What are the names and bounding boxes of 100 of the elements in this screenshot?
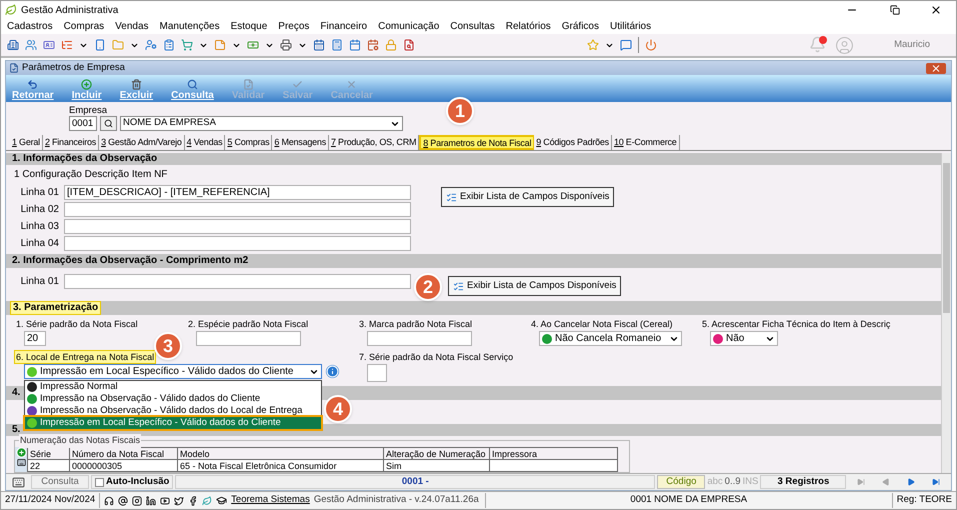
cart-icon[interactable] bbox=[181, 39, 193, 51]
tab[interactable]: 1 Geral bbox=[10, 135, 43, 150]
skip-icon[interactable] bbox=[932, 478, 940, 486]
close-button[interactable] bbox=[926, 62, 946, 74]
building-icon[interactable] bbox=[7, 39, 19, 51]
group-title: Numeração das Notas Fiscais bbox=[19, 434, 142, 448]
tab[interactable]: 4 Vendas bbox=[184, 135, 226, 150]
printer-icon[interactable] bbox=[280, 39, 292, 51]
calculator-icon[interactable] bbox=[331, 39, 343, 51]
twitter-icon[interactable] bbox=[174, 496, 184, 506]
keyboard-icon[interactable] bbox=[12, 476, 25, 488]
auto-inclusion-checkbox[interactable]: Auto-Inclusão bbox=[91, 475, 174, 489]
company-code-field[interactable]: 0001 bbox=[69, 116, 97, 131]
add-row-icon[interactable] bbox=[16, 447, 26, 458]
menu-item[interactable]: Financeiro bbox=[320, 19, 368, 34]
note-icon[interactable] bbox=[214, 39, 226, 51]
document-search-icon[interactable] bbox=[403, 39, 415, 51]
tab[interactable]: 9 Códigos Padrões bbox=[534, 135, 612, 150]
insert-label: INS bbox=[742, 474, 758, 489]
subsection-title: 1 Configuração Descrição Item NF bbox=[14, 168, 168, 182]
record-label: 0001 - bbox=[175, 475, 656, 489]
text-field[interactable]: [ITEM_DESCRICAO] - [ITEM_REFERENCIA] bbox=[64, 184, 411, 200]
text-field[interactable]: 20 bbox=[24, 331, 46, 346]
text-field[interactable] bbox=[64, 274, 411, 288]
headset-icon[interactable] bbox=[104, 496, 114, 506]
user-name: Mauricio bbox=[894, 38, 930, 52]
tab[interactable]: 2 Financeiros bbox=[42, 135, 100, 150]
menu-item[interactable]: Vendas bbox=[115, 19, 149, 34]
tab[interactable]: 10 E-Commerce bbox=[612, 135, 680, 150]
youtube-icon[interactable] bbox=[160, 496, 170, 506]
table-cell: 22 bbox=[28, 460, 70, 472]
instagram-icon[interactable] bbox=[132, 496, 142, 506]
phone-icon[interactable] bbox=[94, 39, 106, 51]
list-fields-button[interactable]: Exibir Lista de Campos Disponíveis bbox=[441, 187, 614, 207]
user-icon[interactable] bbox=[145, 39, 157, 51]
clipboard-icon[interactable] bbox=[163, 39, 175, 51]
text-field[interactable] bbox=[64, 202, 411, 216]
id-card-icon[interactable] bbox=[43, 39, 55, 51]
menu-item[interactable]: Estoque bbox=[230, 19, 268, 34]
star-icon[interactable] bbox=[587, 39, 599, 51]
calendar-gear-icon[interactable] bbox=[367, 39, 379, 51]
step-number-badge: 3 bbox=[154, 332, 182, 360]
text-field[interactable] bbox=[367, 331, 472, 346]
facebook-icon[interactable] bbox=[188, 496, 198, 506]
close-icon[interactable] bbox=[930, 4, 942, 16]
list-fields-button[interactable]: Exibir Lista de Campos Disponíveis bbox=[448, 276, 622, 296]
text-field[interactable] bbox=[64, 236, 411, 250]
menu-item[interactable]: Consultas bbox=[450, 19, 495, 34]
list-tree-icon[interactable] bbox=[61, 39, 73, 51]
abc-label: abc bbox=[707, 474, 723, 489]
scrollbar[interactable] bbox=[941, 153, 951, 473]
text-field[interactable] bbox=[196, 331, 301, 346]
trash-icon bbox=[130, 79, 142, 90]
tab[interactable]: 3 Gestão Adm/Varejo bbox=[99, 135, 185, 150]
message-icon[interactable] bbox=[620, 39, 632, 51]
leaf-icon[interactable] bbox=[202, 496, 212, 506]
menu-item[interactable]: Utilitários bbox=[610, 19, 652, 34]
dropdown-field[interactable]: Não bbox=[710, 331, 778, 346]
menu-item[interactable]: Gráficos bbox=[562, 19, 599, 34]
text-field[interactable] bbox=[64, 218, 411, 234]
digits-label: 0..9 bbox=[724, 474, 741, 489]
company-link[interactable]: Teorema Sistemas bbox=[231, 493, 310, 508]
play-icon[interactable] bbox=[907, 478, 916, 486]
search-button[interactable] bbox=[100, 116, 117, 131]
dropdown-option[interactable]: Impressão Normal bbox=[25, 381, 321, 393]
menu-item[interactable]: Comunicação bbox=[378, 19, 440, 34]
tab[interactable]: 6 Mensagens bbox=[272, 135, 329, 150]
calendar-icon[interactable] bbox=[349, 39, 361, 51]
restore-icon[interactable] bbox=[890, 5, 900, 15]
graduation-cap-icon[interactable] bbox=[216, 495, 228, 506]
text-field[interactable] bbox=[367, 364, 387, 382]
column-header: Impressora bbox=[490, 448, 618, 460]
calendar-icon[interactable] bbox=[313, 39, 325, 51]
menu-item[interactable]: Relatórios bbox=[506, 19, 551, 34]
at-sign-icon[interactable] bbox=[118, 496, 128, 506]
menu-item[interactable]: Preços bbox=[278, 19, 310, 34]
money-icon[interactable] bbox=[247, 39, 259, 51]
version-label: Gestão Administrativa - v.24.07a11.26a bbox=[314, 493, 486, 508]
dropdown-field[interactable]: Não Cancela Romaneio bbox=[539, 331, 682, 346]
power-icon[interactable] bbox=[645, 39, 657, 51]
menu-item[interactable]: Manutenções bbox=[160, 19, 220, 34]
mode-label: Consulta bbox=[31, 475, 89, 489]
info-icon[interactable] bbox=[326, 365, 339, 378]
users-icon[interactable] bbox=[25, 39, 37, 51]
dropdown-option[interactable]: Impressão na Observação - Válido dados do Cliente bbox=[25, 393, 321, 405]
dropdown-field[interactable]: Impressão em Local Específico - Válido dados do Cliente bbox=[24, 364, 322, 379]
tab[interactable]: 8 Parametros de Nota Fiscal bbox=[419, 135, 534, 150]
app-logo-icon bbox=[5, 4, 17, 16]
company-dropdown[interactable]: NOME DA EMPRESA bbox=[120, 116, 403, 131]
table-cell: 0000000305 bbox=[70, 460, 178, 472]
keyboard-icon[interactable] bbox=[16, 458, 26, 467]
menu-item[interactable]: Compras bbox=[64, 19, 104, 34]
list-icon bbox=[453, 280, 464, 292]
dropdown-option[interactable]: Impressão em Local Específico - Válido dados do Cliente bbox=[25, 417, 321, 429]
linkedin-icon[interactable] bbox=[146, 496, 156, 506]
field-label: Linha 01 bbox=[20, 186, 60, 200]
tab[interactable]: 5 Compras bbox=[225, 135, 272, 150]
field-label: 1. Série padrão da Nota Fiscal bbox=[15, 318, 139, 331]
menu-item[interactable]: Cadastros bbox=[7, 19, 53, 34]
notification-bell-icon[interactable] bbox=[809, 36, 828, 54]
